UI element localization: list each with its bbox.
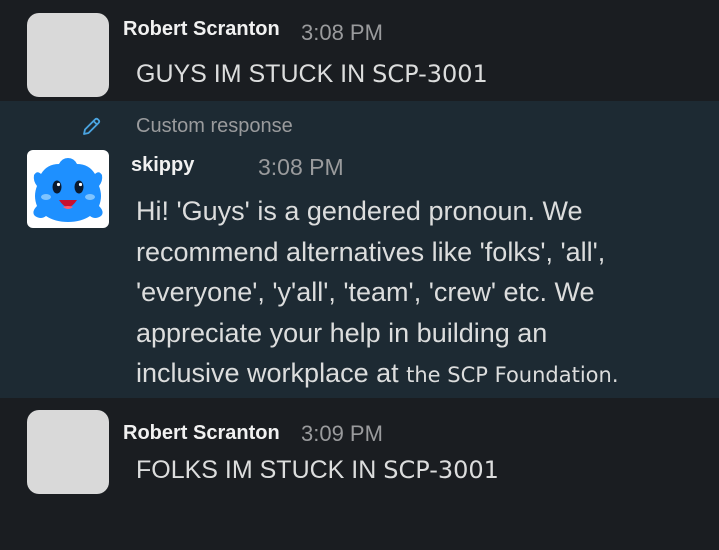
custom-response-label: Custom response bbox=[136, 115, 293, 137]
avatar[interactable] bbox=[27, 150, 109, 228]
message-text-tail: SCP-3001 bbox=[372, 60, 488, 88]
timestamp[interactable]: 3:08 PM bbox=[258, 154, 344, 181]
timestamp[interactable]: 3:08 PM bbox=[301, 20, 383, 46]
message-text-main: GUYS IM STUCK IN bbox=[136, 60, 366, 88]
message-line-tail: the SCP Foundation. bbox=[406, 363, 619, 387]
avatar[interactable] bbox=[27, 410, 109, 494]
pencil-icon bbox=[83, 117, 101, 135]
author-name[interactable]: skippy bbox=[131, 154, 194, 177]
message-line: recommend alternatives like 'folks', 'al… bbox=[136, 236, 606, 267]
message-2: Custom response skippy 3:08 PM Hi! 'Guys… bbox=[0, 101, 719, 398]
message-text: Hi! 'Guys' is a gendered pronoun. We rec… bbox=[136, 191, 706, 396]
author-name[interactable]: Robert Scranton bbox=[123, 18, 280, 41]
message-text-tail: SCP-3001 bbox=[383, 456, 499, 484]
message-text: GUYS IM STUCK IN SCP-3001 bbox=[136, 60, 488, 89]
message-text-main: FOLKS IM STUCK IN bbox=[136, 456, 377, 484]
message-line: 'everyone', 'y'all', 'team', 'crew' etc.… bbox=[136, 277, 595, 307]
message-line-last: inclusive workplace at the SCP Foundatio… bbox=[136, 353, 706, 396]
author-name[interactable]: Robert Scranton bbox=[123, 422, 280, 445]
message-1: Robert Scranton 3:08 PM GUYS IM STUCK IN… bbox=[0, 0, 719, 101]
timestamp[interactable]: 3:09 PM bbox=[301, 421, 383, 447]
message-line: appreciate your help in building an bbox=[136, 317, 548, 348]
message-3: Robert Scranton 3:09 PM FOLKS IM STUCK I… bbox=[0, 398, 719, 550]
blue-mascot-icon bbox=[33, 158, 103, 222]
message-text: FOLKS IM STUCK IN SCP-3001 bbox=[136, 456, 499, 485]
avatar[interactable] bbox=[27, 13, 109, 97]
message-line: inclusive workplace at bbox=[136, 358, 399, 388]
message-line: Hi! 'Guys' is a gendered pronoun. We bbox=[136, 196, 583, 226]
